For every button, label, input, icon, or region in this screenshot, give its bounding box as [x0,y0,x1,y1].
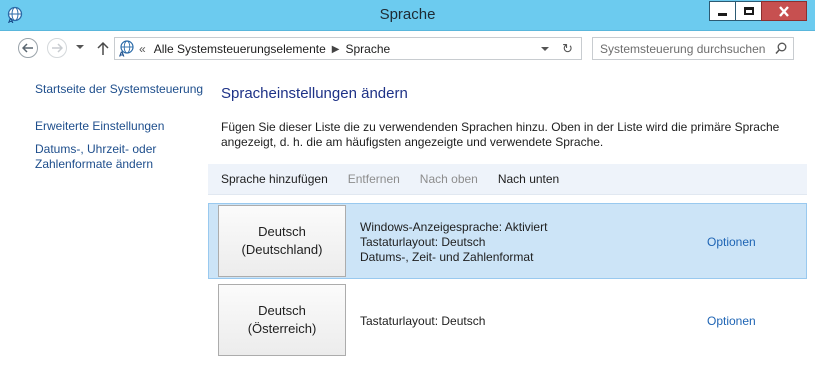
recent-locations-dropdown[interactable] [76,45,84,49]
maximize-icon [743,7,754,15]
language-region: (Deutschland) [241,242,323,257]
move-down-button[interactable]: Nach unten [498,172,559,186]
language-info: Windows-Anzeigesprache: Aktiviert Tastat… [360,220,547,265]
window-controls [709,1,807,21]
up-arrow-icon[interactable] [96,40,110,56]
title-bar: A Sprache [0,0,815,31]
back-button[interactable] [18,38,38,58]
breadcrumb-item-systemsteuerung[interactable]: Alle Systemsteuerungselemente [154,42,326,56]
breadcrumb-overflow[interactable]: « [139,42,146,56]
language-toolbar: Sprache hinzufügen Entfernen Nach oben N… [208,164,807,195]
maximize-button[interactable] [735,1,762,21]
remove-language-button[interactable]: Entfernen [348,172,400,186]
minimize-icon [718,12,727,16]
address-bar[interactable]: A « Alle Systemsteuerungselemente ▶ Spra… [114,37,582,60]
keyboard-layout: Tastaturlayout: Deutsch [360,235,486,249]
forward-button[interactable] [47,38,67,58]
options-link[interactable]: Optionen [707,314,756,328]
breadcrumb: « Alle Systemsteuerungselemente ▶ Sprach… [139,42,390,56]
address-dropdown-icon[interactable] [541,47,549,51]
options-link[interactable]: Optionen [707,235,756,249]
search-box[interactable] [592,37,794,60]
language-location-icon: A [119,40,134,58]
language-tile-de-at[interactable]: Deutsch (Österreich) [218,284,346,356]
sidebar-link-advanced-settings[interactable]: Erweiterte Einstellungen [35,119,210,134]
move-up-button[interactable]: Nach oben [420,172,478,186]
keyboard-layout: Tastaturlayout: Deutsch [360,314,486,328]
breadcrumb-separator-icon[interactable]: ▶ [332,44,340,55]
sidebar-link-control-panel-home[interactable]: Startseite der Systemsteuerung [35,82,210,97]
language-name: Deutsch [258,303,306,318]
back-arrow-icon [22,43,33,53]
display-language-status: Windows-Anzeigesprache: Aktiviert [360,220,548,234]
breadcrumb-item-sprache[interactable]: Sprache [345,42,390,56]
page-title: Spracheinstellungen ändern [221,85,408,102]
window-title: Sprache [379,6,436,23]
add-language-button[interactable]: Sprache hinzufügen [221,172,328,186]
format-info: Datums-, Zeit- und Zahlenformat [360,250,534,264]
sidebar-link-date-time-formats[interactable]: Datums-, Uhrzeit- oder Zahlenformate änd… [35,142,170,172]
language-tile-de-de[interactable]: Deutsch (Deutschland) [218,205,346,277]
language-info: Tastaturlayout: Deutsch [360,314,485,329]
close-button[interactable] [761,1,807,21]
search-icon[interactable] [775,42,787,55]
language-name: Deutsch [258,224,306,239]
language-list-item-de-at[interactable]: Deutsch (Österreich) Tastaturlayout: Deu… [208,282,807,358]
sidebar: Startseite der Systemsteuerung Erweitert… [35,82,210,172]
svg-text:A: A [119,51,125,58]
search-input[interactable] [593,38,773,59]
page-description: Fügen Sie dieser Liste die zu verwendend… [221,120,780,149]
scrollbar[interactable] [807,164,815,376]
forward-arrow-icon [52,43,63,53]
language-region: (Österreich) [247,321,317,336]
close-icon [779,5,789,17]
refresh-icon[interactable]: ↻ [562,41,573,57]
navigation-bar: A « Alle Systemsteuerungselemente ▶ Spra… [0,31,815,66]
language-list-item-de-de[interactable]: Deutsch (Deutschland) Windows-Anzeigespr… [208,203,807,279]
minimize-button[interactable] [709,1,736,21]
